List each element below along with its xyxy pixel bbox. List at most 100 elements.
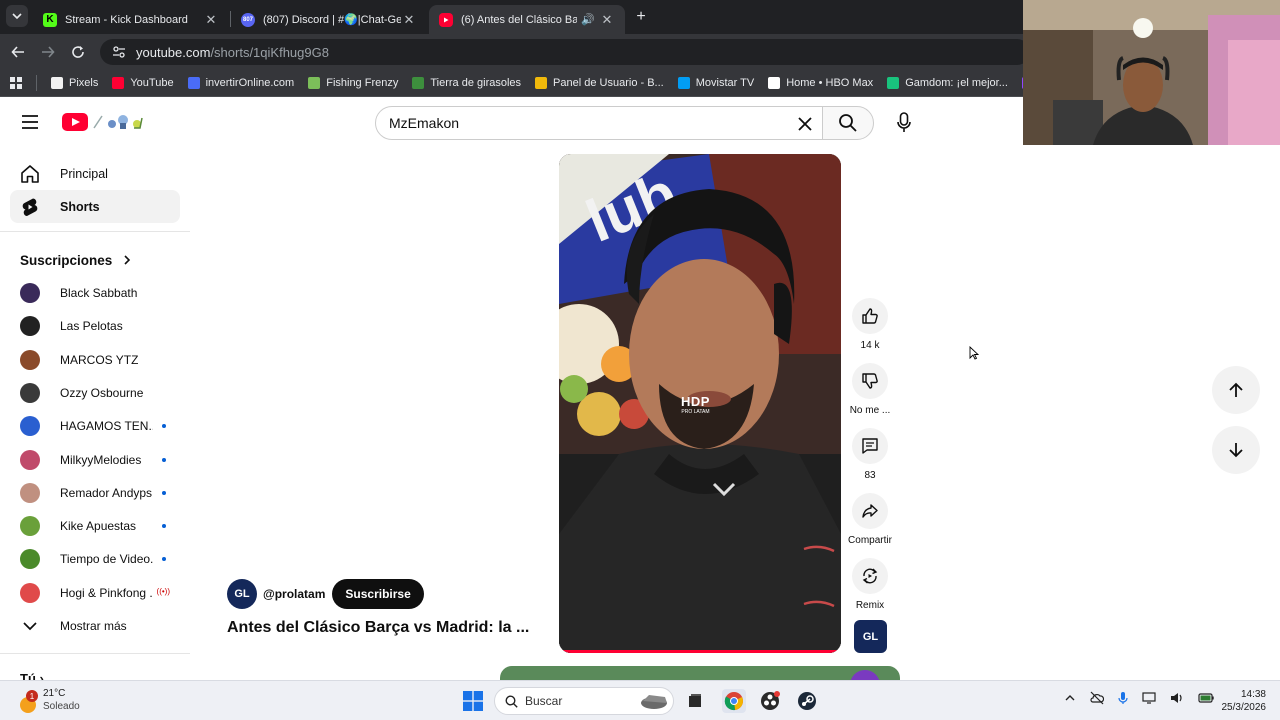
microphone-icon[interactable] bbox=[1118, 691, 1128, 705]
new-content-dot bbox=[162, 557, 166, 562]
close-icon[interactable]: ✕ bbox=[599, 12, 615, 28]
bookmark-item[interactable]: Panel de Usuario - B... bbox=[535, 77, 664, 89]
taskbar-search[interactable]: Buscar bbox=[494, 687, 674, 715]
new-tab-button[interactable]: + bbox=[629, 5, 653, 29]
back-button[interactable] bbox=[6, 40, 30, 64]
subscription-label: Tiempo de Video... bbox=[60, 552, 153, 567]
tab-search-button[interactable] bbox=[6, 5, 28, 27]
obs-taskbar-button[interactable] bbox=[758, 689, 782, 713]
tab-kick-dashboard[interactable]: K Stream - Kick Dashboard ✕ bbox=[33, 5, 229, 34]
youtube-icon bbox=[439, 12, 453, 27]
bookmark-favicon-icon bbox=[412, 77, 425, 89]
you-section-header[interactable]: Tú › bbox=[20, 668, 44, 680]
subscription-item[interactable]: HAGAMOS TEN... bbox=[20, 414, 180, 438]
task-view-icon bbox=[689, 694, 701, 707]
channel-handle[interactable]: @prolatam bbox=[263, 587, 325, 601]
short-video-player[interactable]: lub HDP PRO LATAM bbox=[559, 154, 841, 653]
network-icon[interactable] bbox=[1142, 691, 1156, 705]
next-short-preview[interactable] bbox=[500, 666, 900, 680]
menu-button[interactable] bbox=[20, 114, 40, 130]
video-progress-bar[interactable] bbox=[559, 650, 841, 653]
bookmark-item[interactable]: Pixels bbox=[51, 77, 98, 89]
sidebar-item-shorts[interactable]: Shorts bbox=[10, 190, 180, 223]
bookmark-item[interactable]: Gamdom: ¡el mejor... bbox=[887, 77, 1008, 89]
subscription-item[interactable]: Remador Andyps... bbox=[20, 481, 180, 505]
chrome-taskbar-button[interactable] bbox=[722, 689, 746, 713]
address-bar[interactable]: youtube.com/shorts/1qiKfhug9G8 bbox=[100, 39, 1030, 65]
close-icon[interactable]: ✕ bbox=[401, 12, 417, 28]
subscription-item[interactable]: MilkyyMelodies bbox=[20, 448, 180, 472]
tab-title: (6) Antes del Clásico Barça v bbox=[461, 13, 578, 26]
weather-temp: 21°C bbox=[43, 688, 66, 699]
steam-taskbar-button[interactable] bbox=[795, 689, 819, 713]
subscription-item[interactable]: Ozzy Osbourne bbox=[20, 381, 180, 405]
channel-avatar-small[interactable]: GL bbox=[854, 620, 887, 653]
youtube-logo[interactable] bbox=[62, 112, 148, 132]
search-button[interactable] bbox=[822, 106, 874, 140]
forward-button[interactable] bbox=[36, 40, 60, 64]
channel-avatar bbox=[20, 349, 40, 370]
bookmark-item[interactable]: Movistar TV bbox=[677, 77, 754, 89]
cloud-off-icon[interactable] bbox=[1090, 691, 1104, 705]
bookmark-label: Gamdom: ¡el mejor... bbox=[905, 77, 1008, 89]
system-tray bbox=[1064, 691, 1214, 705]
bookmark-item[interactable]: Tierra de girasoles bbox=[412, 77, 521, 89]
share-button[interactable]: Compartir bbox=[840, 493, 900, 546]
subscription-item[interactable]: Kike Apuestas bbox=[20, 514, 180, 538]
subscription-item[interactable]: Las Pelotas bbox=[20, 314, 180, 338]
previous-short-button[interactable] bbox=[1212, 366, 1260, 414]
subscribe-button[interactable]: Suscribirse bbox=[332, 579, 424, 609]
youtube-page: Principal Shorts Suscripciones Black Sab… bbox=[0, 98, 1280, 680]
bookmark-item[interactable]: Fishing Frenzy bbox=[308, 77, 398, 89]
weather-widget[interactable]: 1 21°C Soleado bbox=[18, 687, 80, 713]
bookmark-item[interactable]: YouTube bbox=[112, 77, 174, 89]
tab-discord[interactable]: 807 (807) Discord | #🌍|Chat-Gene ✕ bbox=[231, 5, 427, 34]
bookmark-favicon-icon bbox=[535, 77, 548, 89]
close-icon[interactable]: ✕ bbox=[203, 12, 219, 28]
task-view-button[interactable] bbox=[683, 689, 707, 713]
thumbs-up-icon bbox=[862, 308, 878, 324]
site-info-icon[interactable] bbox=[112, 45, 126, 59]
sidebar-item-principal[interactable]: Principal bbox=[10, 157, 180, 190]
voice-search-button[interactable] bbox=[885, 106, 923, 140]
tab-title: Stream - Kick Dashboard bbox=[65, 13, 188, 26]
speaker-icon[interactable]: 🔊 bbox=[581, 13, 595, 26]
channel-avatar bbox=[20, 416, 40, 437]
channel-avatar bbox=[20, 516, 40, 537]
like-count: 14 k bbox=[860, 340, 880, 351]
bookmark-label: Pixels bbox=[69, 77, 99, 89]
subscription-label: Las Pelotas bbox=[60, 319, 123, 334]
channel-avatar bbox=[20, 482, 40, 503]
show-more-button[interactable]: Mostrar más bbox=[20, 614, 180, 638]
subscriptions-header[interactable]: Suscripciones bbox=[20, 248, 132, 272]
reload-button[interactable] bbox=[66, 40, 90, 64]
tab-youtube-short[interactable]: (6) Antes del Clásico Barça v 🔊 ✕ bbox=[429, 5, 625, 34]
short-title[interactable]: Antes del Clásico Barça vs Madrid: la ..… bbox=[227, 619, 529, 637]
channel-avatar bbox=[20, 283, 40, 303]
remix-button[interactable]: Remix bbox=[840, 558, 900, 611]
arrow-down-icon bbox=[1229, 443, 1243, 458]
url-path: /shorts/1qiKfhug9G8 bbox=[210, 44, 329, 60]
volume-icon[interactable] bbox=[1170, 691, 1184, 705]
subscription-item[interactable]: Hogi & Pinkfong ... ((•)) bbox=[20, 581, 180, 605]
subscription-item[interactable]: MARCOS YTZ bbox=[20, 348, 180, 372]
bookmark-item[interactable]: invertirOnline.com bbox=[187, 77, 294, 89]
subscription-item[interactable]: Tiempo de Video... bbox=[20, 547, 180, 571]
search-input[interactable] bbox=[389, 115, 769, 131]
clear-search-button[interactable] bbox=[792, 111, 818, 137]
comments-button[interactable]: 83 bbox=[840, 428, 900, 481]
share-icon bbox=[862, 504, 878, 518]
chevron-up-icon[interactable] bbox=[1064, 692, 1076, 704]
start-button[interactable] bbox=[461, 689, 485, 713]
bookmarks-divider bbox=[36, 75, 37, 91]
dislike-button[interactable]: No me ... bbox=[840, 363, 900, 416]
channel-avatar[interactable]: GL bbox=[227, 579, 257, 609]
bookmark-item[interactable]: Home • HBO Max bbox=[768, 77, 873, 89]
clock[interactable]: 14:38 25/3/2026 bbox=[1206, 688, 1267, 714]
arrow-left-icon bbox=[11, 46, 24, 58]
like-button[interactable]: 14 k bbox=[840, 298, 900, 351]
reload-icon bbox=[72, 46, 84, 58]
subscription-item[interactable]: Black Sabbath bbox=[20, 281, 180, 305]
apps-button[interactable] bbox=[10, 77, 22, 89]
next-short-button[interactable] bbox=[1212, 426, 1260, 474]
